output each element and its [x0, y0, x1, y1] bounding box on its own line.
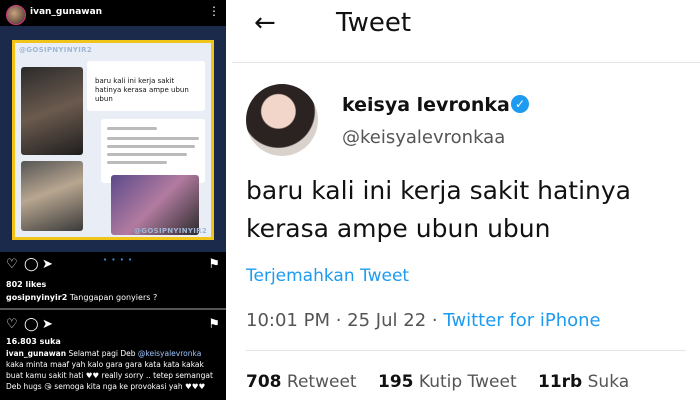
divider	[232, 62, 700, 63]
retweets-count: 708	[246, 372, 282, 392]
display-name[interactable]: keisya levronka	[342, 94, 510, 116]
tweet-meta: 10:01 PM · 25 Jul 22 · Twitter for iPhon…	[246, 310, 601, 331]
post-actions-1: ♡ ◯ ➤ ⚑	[4, 258, 222, 274]
instagram-post-header: ivan_gunawan ⋮	[0, 0, 226, 26]
likes-count: 16.803 suka	[6, 337, 61, 346]
comment-username[interactable]: gosipnyinyir2	[6, 293, 67, 302]
retweets-stat[interactable]: 708 Retweet	[246, 372, 357, 392]
comment: gosipnyinyir2 Tanggapan gonyiers ?	[6, 293, 157, 303]
retweets-label: Retweet	[286, 372, 357, 392]
comment-icon[interactable]: ◯	[24, 318, 39, 332]
post-image[interactable]: @GOSIPNYINYIR2 baru kali ini kerja sakit…	[0, 26, 226, 252]
post-actions-2: ♡ ◯ ➤ ⚑	[4, 318, 222, 334]
tweet-stats: 708 Retweet 195 Kutip Tweet 11rb Suka	[246, 372, 645, 392]
translate-tweet-link[interactable]: Terjemahkan Tweet	[246, 266, 409, 286]
heart-icon[interactable]: ♡	[6, 318, 18, 332]
embedded-reply-card	[101, 119, 205, 183]
bookmark-icon[interactable]: ⚑	[208, 258, 220, 272]
watermark-top: @GOSIPNYINYIR2	[19, 46, 92, 54]
likes-stat-count: 11rb	[538, 372, 583, 392]
comment-text: Tanggapan gonyiers ?	[69, 293, 158, 302]
likes-stat-label: Suka	[587, 372, 630, 392]
quotes-stat[interactable]: 195 Kutip Tweet	[378, 372, 517, 392]
reply-line	[107, 145, 195, 148]
embedded-tweet-card: baru kali ini kerja sakit hatinya kerasa…	[87, 61, 205, 111]
caption-username[interactable]: ivan_gunawan	[6, 349, 66, 358]
page-title: Tweet	[336, 8, 412, 38]
likes-count: 802 likes	[6, 280, 47, 289]
divider	[0, 308, 226, 310]
more-options-icon[interactable]: ⋮	[208, 5, 220, 17]
quotes-count: 195	[377, 372, 414, 392]
share-icon[interactable]: ➤	[42, 258, 53, 272]
reply-line	[107, 127, 157, 130]
reply-line	[107, 153, 187, 156]
embedded-tweet-text: baru kali ini kerja sakit hatinya kerasa…	[95, 77, 189, 104]
watermark-bottom: @GOSIPNYINYIR2	[134, 227, 207, 235]
tweet-time: 10:01 PM	[246, 310, 330, 331]
tweet-text: baru kali ini kerja sakit hatinya kerasa…	[246, 176, 631, 243]
singer-mic-photo	[111, 175, 199, 235]
reply-line	[107, 161, 167, 164]
user-handle[interactable]: @keisyalevronkaa	[342, 127, 505, 148]
post-caption: ivan_gunawan Selamat pagi Deb @keisyalev…	[6, 348, 221, 392]
comment-icon[interactable]: ◯	[24, 258, 39, 272]
separator: ·	[335, 310, 348, 331]
divider	[246, 350, 686, 351]
avatar[interactable]	[6, 5, 26, 25]
singer-photo-top	[21, 67, 83, 155]
collage-frame: @GOSIPNYINYIR2 baru kali ini kerja sakit…	[12, 40, 214, 240]
share-icon[interactable]: ➤	[42, 318, 53, 332]
back-arrow-icon[interactable]: ←	[254, 10, 276, 36]
caption-text: Selamat pagi Deb	[68, 349, 136, 358]
instagram-screenshot: ivan_gunawan ⋮ @GOSIPNYINYIR2 baru kali …	[0, 0, 226, 400]
tweet-date: 25 Jul 22	[347, 310, 427, 331]
likes-stat[interactable]: 11rb Suka	[538, 372, 629, 392]
post-username[interactable]: ivan_gunawan	[30, 7, 102, 17]
tweet-source-link[interactable]: Twitter for iPhone	[443, 310, 600, 331]
verified-badge-icon: ✓	[511, 95, 529, 113]
bookmark-icon[interactable]: ⚑	[208, 318, 220, 332]
avatar[interactable]	[246, 84, 318, 156]
caption-text: kaka minta maaf yah kalo gara gara kata …	[6, 360, 213, 391]
heart-icon[interactable]: ♡	[6, 258, 18, 272]
twitter-screenshot: ← Tweet keisya levronka ✓ @keisyalevronk…	[232, 0, 700, 400]
singer-photo-bottom	[21, 161, 83, 231]
caption-mention[interactable]: @keisyalevronka	[138, 349, 201, 358]
quotes-label: Kutip Tweet	[418, 372, 517, 392]
separator: ·	[431, 310, 444, 331]
reply-line	[107, 137, 199, 140]
